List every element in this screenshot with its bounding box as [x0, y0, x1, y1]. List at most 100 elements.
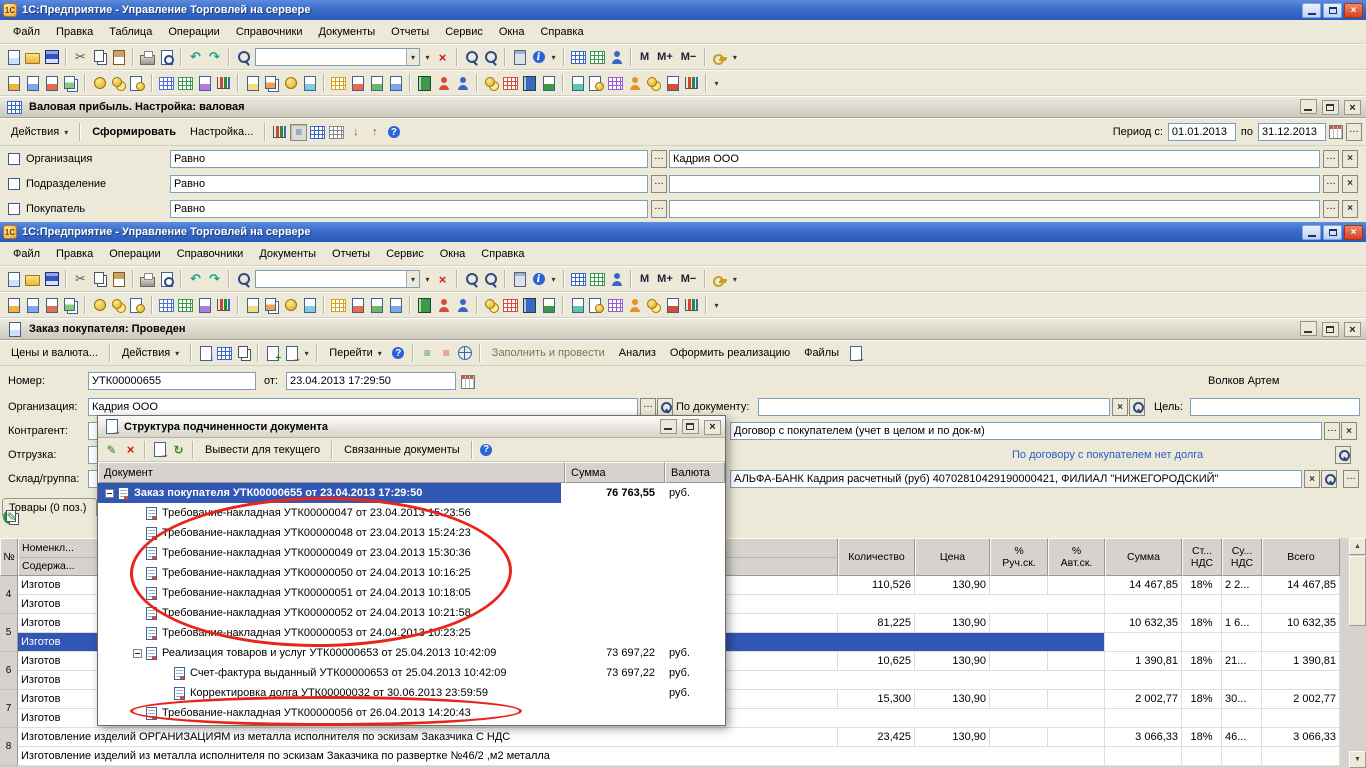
report-doc-icon[interactable] — [196, 75, 213, 92]
table-view-icon[interactable] — [309, 124, 326, 141]
filter-checkbox[interactable] — [8, 178, 20, 190]
report-restore-button[interactable] — [1322, 100, 1339, 115]
generate-button[interactable]: Сформировать — [85, 124, 183, 140]
filter-value-field[interactable] — [669, 175, 1320, 193]
table-row[interactable]: 8Изготовление изделий ОРГАНИЗАЦИЯМ из ме… — [0, 728, 1340, 766]
dialog-titlebar[interactable]: Структура подчиненности документа — [98, 416, 725, 438]
find-next-icon[interactable] — [463, 49, 480, 66]
combo-dropdown-icon[interactable] — [406, 49, 419, 65]
paste-icon[interactable] — [110, 49, 127, 66]
currency-icon[interactable] — [645, 75, 662, 92]
managers-icon[interactable] — [626, 297, 643, 314]
ledger-icon[interactable] — [521, 297, 538, 314]
return-doc-icon[interactable] — [349, 75, 366, 92]
find-icon[interactable] — [235, 271, 252, 288]
filter-operator-select-button[interactable] — [651, 200, 667, 218]
organization-select-button[interactable] — [640, 398, 656, 416]
scroll-thumb[interactable] — [1349, 556, 1366, 626]
find-previous-icon[interactable] — [482, 271, 499, 288]
calculator-icon[interactable] — [511, 271, 528, 288]
filter-value-select-button[interactable] — [1323, 150, 1339, 168]
redo-icon[interactable]: ↷ — [206, 49, 223, 66]
list-settings-icon[interactable] — [589, 49, 606, 66]
waybill-icon[interactable] — [301, 75, 318, 92]
clear-search-icon[interactable]: × — [434, 49, 451, 66]
sales-chart-icon[interactable] — [683, 75, 700, 92]
show-for-current-button[interactable]: Вывести для текущего — [198, 442, 327, 458]
minimize-button[interactable] — [1302, 3, 1321, 18]
redo-icon[interactable]: ↷ — [206, 271, 223, 288]
organization-open-button[interactable] — [657, 398, 673, 416]
open-document-icon[interactable]: ✎ — [103, 441, 120, 458]
list-view-icon[interactable]: ≡ — [419, 345, 436, 362]
menu-item[interactable]: Таблица — [101, 23, 160, 41]
invoice-icon[interactable] — [244, 75, 261, 92]
waybill-icon[interactable] — [301, 297, 318, 314]
sales-chart-icon[interactable] — [683, 297, 700, 314]
menu-item[interactable]: Файл — [5, 245, 48, 263]
tree-row[interactable]: Требование-накладная УТК00000048 от 23.0… — [98, 523, 725, 543]
bank-account-field[interactable]: АЛЬФА-БАНК Кадрия расчетный (руб) 407028… — [730, 470, 1302, 488]
actions-button[interactable]: Действия — [115, 345, 186, 361]
list-settings-icon[interactable] — [589, 271, 606, 288]
tree-row[interactable]: Реализация товаров и услуг УТК00000653 о… — [98, 643, 725, 663]
matrix-table-icon[interactable] — [607, 297, 624, 314]
bank-open-button[interactable] — [1321, 470, 1337, 488]
journal-icon[interactable] — [263, 297, 280, 314]
column-header-sum[interactable]: Сумма — [1105, 538, 1182, 576]
menu-item[interactable]: Операции — [160, 23, 227, 41]
column-header-price[interactable]: Цена — [915, 538, 990, 576]
cash-icon[interactable] — [91, 75, 108, 92]
excel-export-icon[interactable] — [540, 297, 557, 314]
minimize-button[interactable] — [1302, 225, 1321, 240]
tree-row[interactable]: Корректировка долга УТК00000032 от 30.06… — [98, 683, 725, 703]
transfer-doc-icon[interactable] — [387, 75, 404, 92]
headers-view-icon[interactable] — [328, 124, 345, 141]
chart-icon[interactable] — [215, 75, 232, 92]
titlebar[interactable]: 1С 1С:Предприятие - Управление Торговлей… — [0, 0, 1366, 20]
combo-dropdown-icon[interactable] — [406, 271, 419, 287]
suppliers-icon[interactable] — [454, 297, 471, 314]
filter-value-field[interactable]: Кадрия ООО — [669, 150, 1320, 168]
price-table-icon[interactable] — [158, 297, 175, 314]
table-settings-icon[interactable] — [570, 49, 587, 66]
menu-item[interactable]: Файл — [5, 23, 48, 41]
column-header-manual-discount[interactable]: % Руч.ск. — [990, 538, 1048, 576]
supplier-order-icon[interactable] — [43, 75, 60, 92]
info-icon[interactable] — [530, 49, 547, 66]
analysis-table-icon[interactable] — [502, 75, 519, 92]
fill-and-post-button[interactable]: Заполнить и провести — [485, 345, 612, 361]
key-dropdown-icon[interactable] — [729, 271, 740, 287]
find-next-icon[interactable] — [463, 271, 480, 288]
memory-subtract-button[interactable]: М− — [677, 271, 701, 287]
contract-select-button[interactable] — [1324, 422, 1340, 440]
table-settings-icon[interactable] — [570, 271, 587, 288]
payment-order-icon[interactable] — [129, 75, 146, 92]
toolbar-overflow-icon[interactable] — [711, 297, 722, 313]
titlebar[interactable]: 1С 1С:Предприятие - Управление Торговлей… — [0, 222, 1366, 242]
help-icon[interactable] — [390, 345, 407, 362]
grouping-icon[interactable]: ≡ — [290, 124, 307, 141]
new-document-icon[interactable] — [5, 49, 22, 66]
receipt-doc-icon[interactable] — [368, 297, 385, 314]
debt-link[interactable]: По договору с покупателем нет долга — [1012, 449, 1203, 461]
menu-item[interactable]: Окна — [432, 245, 474, 263]
memory-add-button[interactable]: М+ — [653, 49, 677, 65]
till-icon[interactable] — [282, 75, 299, 92]
users-icon[interactable] — [608, 49, 625, 66]
suppliers-icon[interactable] — [454, 75, 471, 92]
tree-row[interactable]: Требование-накладная УТК00000052 от 24.0… — [98, 603, 725, 623]
make-sale-button[interactable]: Оформить реализацию — [663, 345, 797, 361]
info-icon[interactable] — [530, 271, 547, 288]
analysis-button[interactable]: Анализ — [612, 345, 663, 361]
currency-icon[interactable] — [645, 297, 662, 314]
cut-icon[interactable]: ✂ — [72, 271, 89, 288]
debt-open-button[interactable] — [1335, 446, 1351, 464]
info-dropdown-icon[interactable] — [548, 271, 559, 287]
return-doc-icon[interactable] — [349, 297, 366, 314]
quick-search-input[interactable] — [256, 271, 406, 287]
customer-order-icon[interactable] — [24, 297, 41, 314]
price-doc-icon[interactable] — [569, 75, 586, 92]
menu-item[interactable]: Справка — [473, 245, 532, 263]
filter-value-clear-button[interactable] — [1342, 200, 1358, 218]
